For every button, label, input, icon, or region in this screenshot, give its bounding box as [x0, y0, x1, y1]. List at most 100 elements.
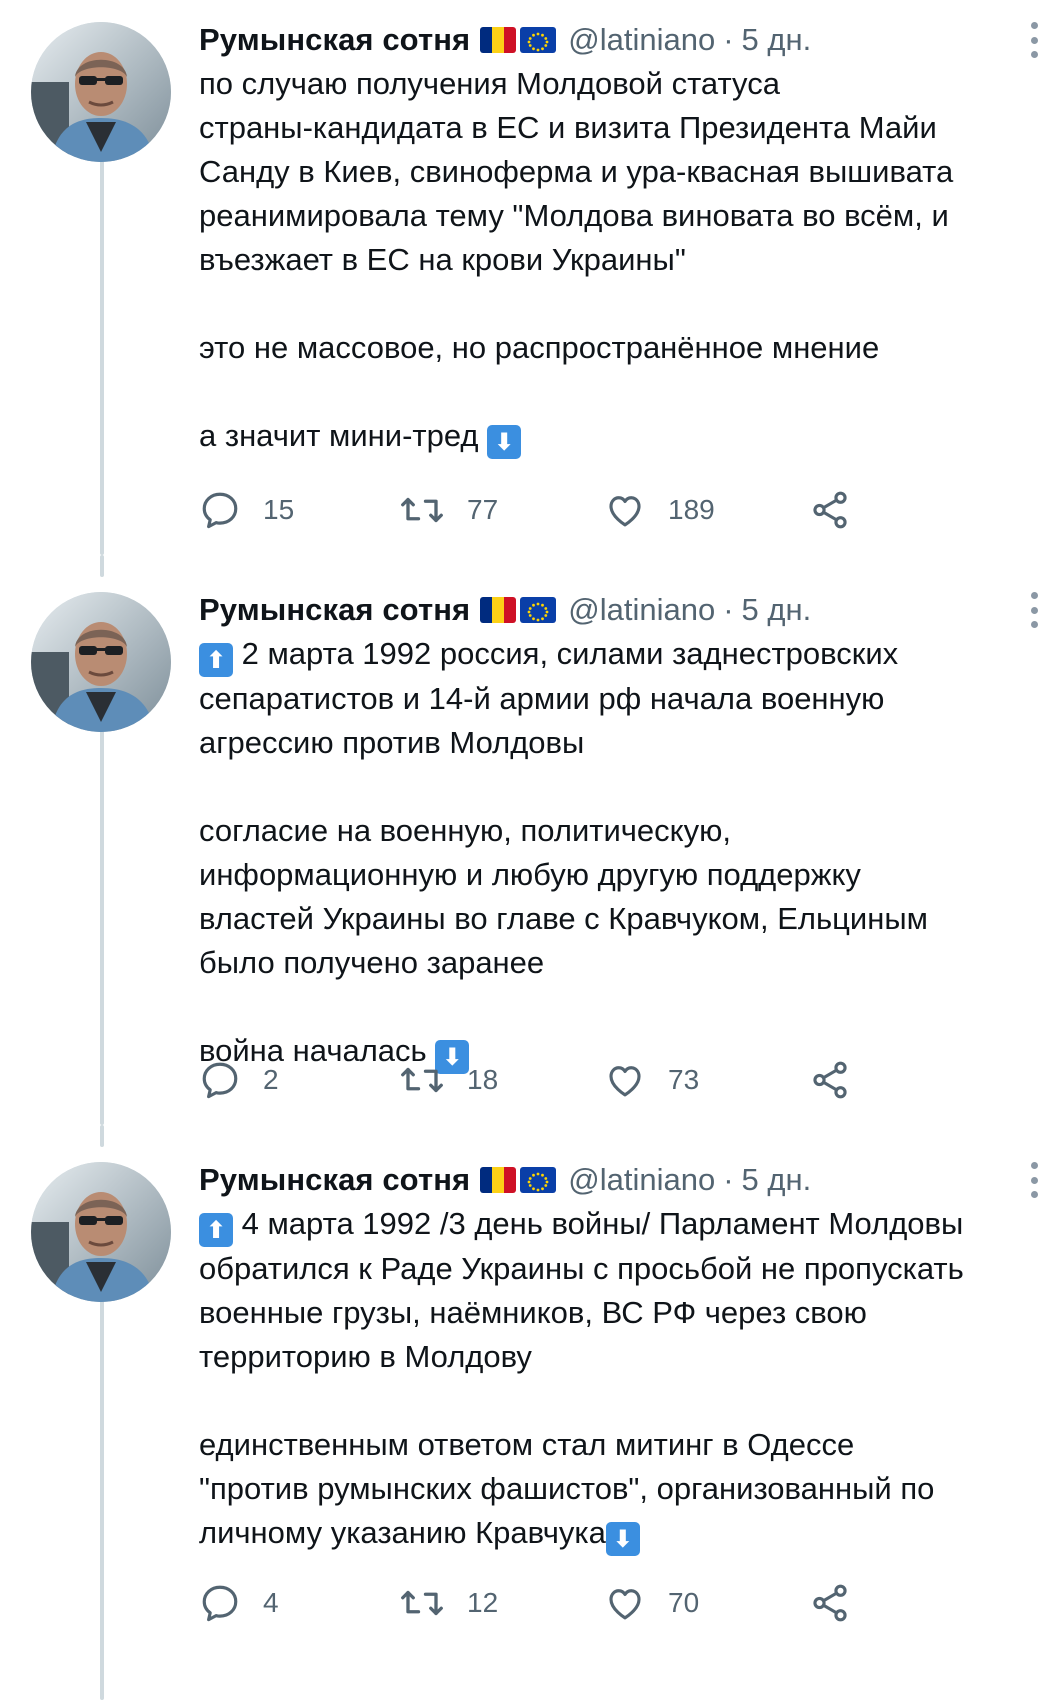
retweet-count: 77: [467, 494, 499, 525]
romania-flag-icon: [480, 1167, 517, 1193]
separator: ·: [723, 592, 734, 627]
author-name[interactable]: Румынская сотня: [199, 592, 470, 628]
text-line: территорию в Молдову: [199, 1339, 532, 1374]
tweet-actions: 4 12 70: [199, 1578, 1039, 1628]
heart-icon: [609, 1066, 641, 1097]
text-line: было получено заранее: [199, 945, 545, 980]
author-handle[interactable]: @latiniano: [568, 22, 715, 58]
text-line: [199, 765, 1039, 809]
retweet-icon: [401, 497, 443, 523]
separator: ·: [723, 1162, 734, 1197]
share-button[interactable]: [809, 1578, 851, 1628]
avatar-photo: [31, 22, 171, 162]
more-options-icon[interactable]: [1028, 22, 1040, 58]
text-line: "против румынских фашистов", организован…: [199, 1471, 935, 1506]
text-line: это не массовое, но распространённое мне…: [199, 330, 880, 365]
flags: [480, 27, 557, 53]
eu-flag-icon: [520, 1167, 557, 1193]
share-icon: [813, 491, 847, 529]
retweet-count: 12: [467, 1587, 499, 1618]
retweet-icon: [401, 1590, 443, 1616]
retweet-count: 18: [467, 1064, 499, 1095]
like-button[interactable]: 73: [604, 1055, 699, 1105]
author-name[interactable]: Румынская сотня: [199, 22, 470, 58]
author-handle[interactable]: @latiniano: [568, 1162, 715, 1198]
author-handle[interactable]: @latiniano: [568, 592, 715, 628]
flags: [480, 1167, 557, 1193]
thread-line: [100, 555, 104, 577]
avatar[interactable]: [31, 592, 171, 732]
text-line: властей Украины во главе с Кравчуком, Ел…: [199, 901, 928, 936]
share-button[interactable]: [809, 485, 851, 535]
up-arrow-emoji-icon: ⬆: [199, 1213, 233, 1247]
retweet-button[interactable]: 12: [399, 1578, 498, 1628]
reply-count: 2: [263, 1064, 279, 1095]
text-line: [199, 282, 1039, 326]
text-line: [199, 985, 1039, 1029]
tweet-header: Румынская сотня @latiniano · 5 дн.: [199, 1158, 1039, 1202]
tweet-actions: 2 18 73: [199, 1055, 1039, 1105]
tweet-text: ⬆ 2 марта 1992 россия, силами заднестров…: [199, 632, 1039, 1074]
text-line: въезжает в ЕС на крови Украины": [199, 242, 686, 277]
text-line-with-emoji: а значит мини-тред ⬇: [199, 414, 1039, 459]
reply-icon: [202, 1585, 238, 1622]
avatar-photo: [31, 592, 171, 732]
avatar-photo: [31, 1162, 171, 1302]
separator: ·: [723, 22, 734, 57]
reply-count: 4: [263, 1587, 279, 1618]
text-line: [199, 1379, 1039, 1423]
retweet-button[interactable]: 77: [399, 485, 498, 535]
tweet-actions: 15 77 189: [199, 485, 1039, 535]
share-icon: [813, 1061, 847, 1099]
like-count: 189: [668, 494, 715, 525]
avatar[interactable]: [31, 22, 171, 162]
text-line: личному указанию Кравчука: [199, 1515, 606, 1550]
text-line: единственным ответом стал митинг в Одесс…: [199, 1427, 855, 1462]
share-button[interactable]: [809, 1055, 851, 1105]
romania-flag-icon: [480, 597, 517, 623]
text-line-with-emoji: ⬆ 2 марта 1992 россия, силами заднестров…: [199, 632, 1039, 677]
like-button[interactable]: 70: [604, 1578, 699, 1628]
author-name[interactable]: Румынская сотня: [199, 1162, 470, 1198]
timestamp[interactable]: 5 дн.: [742, 22, 812, 58]
text-line: агрессию против Молдовы: [199, 725, 585, 760]
retweet-button[interactable]: 18: [399, 1055, 498, 1105]
text-line: военные грузы, наёмников, ВС РФ через св…: [199, 1295, 867, 1330]
up-arrow-emoji-icon: ⬆: [199, 643, 233, 677]
text-line-with-emoji: ⬆ 4 марта 1992 /3 день войны/ Парламент …: [199, 1202, 1039, 1247]
text-line: согласие на военную, политическую,: [199, 813, 731, 848]
like-count: 73: [668, 1064, 700, 1095]
timestamp[interactable]: 5 дн.: [742, 1162, 812, 1198]
eu-flag-icon: [520, 27, 557, 53]
more-options-icon[interactable]: [1028, 1162, 1040, 1198]
reply-button[interactable]: 4: [199, 1578, 279, 1628]
tweet-header: Румынская сотня @latiniano · 5 дн.: [199, 588, 1039, 632]
like-button[interactable]: 189: [604, 485, 715, 535]
text-line: по случаю получения Молдовой статуса: [199, 66, 780, 101]
reply-button[interactable]: 2: [199, 1055, 279, 1105]
text-line-with-emoji: личному указанию Кравчука ⬇: [199, 1511, 1039, 1556]
tweet-text: по случаю получения Молдовой статуса стр…: [199, 62, 1039, 459]
down-arrow-emoji-icon: ⬇: [605, 1522, 640, 1556]
text-line: Санду в Киев, свиноферма и ура-квасная в…: [199, 154, 954, 189]
timestamp[interactable]: 5 дн.: [742, 592, 812, 628]
reply-icon: [202, 1062, 238, 1099]
heart-icon: [609, 1589, 641, 1620]
text-line: 2 марта 1992 россия, силами заднестровск…: [241, 636, 899, 671]
more-options-icon[interactable]: [1028, 592, 1040, 628]
heart-icon: [609, 496, 641, 527]
like-count: 70: [668, 1587, 700, 1618]
reply-count: 15: [263, 494, 295, 525]
reply-button[interactable]: 15: [199, 485, 294, 535]
romania-flag-icon: [480, 27, 517, 53]
thread-line: [100, 730, 104, 1125]
retweet-icon: [401, 1067, 443, 1093]
thread-line: [100, 1300, 104, 1700]
text-line: 4 марта 1992 /3 день войны/ Парламент Мо…: [241, 1206, 964, 1241]
tweet-header: Румынская сотня @latiniano · 5 дн.: [199, 18, 1039, 62]
text-line: [199, 370, 1039, 414]
text-line: обратился к Раде Украины с просьбой не п…: [199, 1251, 964, 1286]
avatar[interactable]: [31, 1162, 171, 1302]
eu-flag-icon: [520, 597, 557, 623]
thread-line: [100, 160, 104, 555]
